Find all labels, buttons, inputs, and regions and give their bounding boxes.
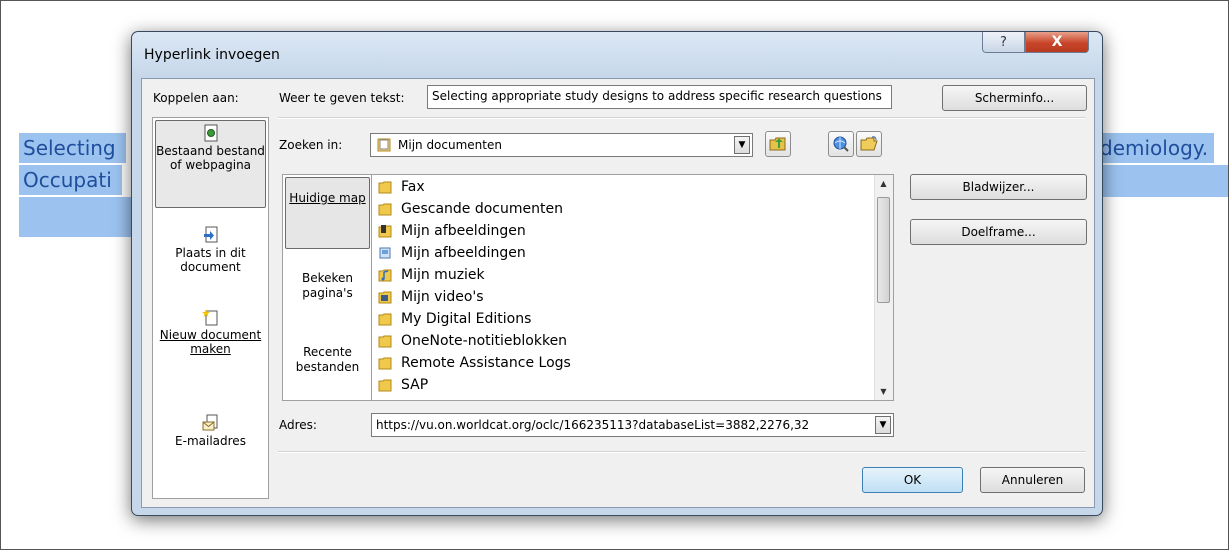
list-item[interactable]: Mijn afbeeldingen [378, 242, 526, 264]
link-option-label: Nieuw document maken [159, 328, 262, 356]
address-label: Adres: [279, 418, 317, 432]
file-name: Mijn muziek [401, 267, 485, 283]
list-item[interactable]: OneNote-notitieblokken [378, 330, 567, 352]
address-value: https://vu.on.worldcat.org/oclc/16623511… [376, 418, 810, 432]
link-option-label: E-mailadres [175, 434, 246, 448]
nav-label: Bekeken pagina's [301, 271, 354, 300]
insert-hyperlink-dialog: Hyperlink invoegen ? X Koppelen aan: Bes… [131, 31, 1103, 516]
ok-button[interactable]: OK [862, 467, 963, 493]
nav-selection [285, 177, 370, 249]
scroll-down-icon[interactable]: ▼ [875, 383, 892, 400]
display-text-input[interactable]: Selecting appropriate study designs to a… [427, 85, 892, 109]
nav-current-folder[interactable]: Huidige map [285, 191, 370, 206]
file-name: Gescande documenten [401, 201, 563, 217]
folder-up-icon [769, 137, 786, 151]
file-name: Mijn afbeeldingen [401, 223, 526, 239]
nav-label: Huidige map [289, 191, 366, 205]
document-text-line1-right: demiology. [1094, 133, 1215, 163]
file-list-scrollbar[interactable]: ▲ ▼ [874, 175, 893, 400]
divider [278, 117, 1086, 119]
link-option-new-document[interactable]: Nieuw document maken [155, 308, 266, 356]
nav-recent-files[interactable]: Recente bestanden [285, 345, 370, 375]
link-to-label: Koppelen aan: [153, 91, 239, 105]
file-name: OneNote-notitieblokken [401, 333, 568, 349]
bookmark-button[interactable]: Bladwijzer... [910, 174, 1087, 200]
new-document-icon [201, 309, 217, 326]
link-option-label: Bestaand bestand of webpagina [156, 144, 265, 172]
browse-web-button[interactable] [828, 131, 854, 157]
documents-folder-icon [377, 138, 391, 152]
nav-label: Recente bestanden [295, 345, 360, 374]
list-item[interactable]: SAP [378, 374, 428, 396]
video-folder-icon [378, 291, 392, 304]
list-item[interactable]: Mijn muziek [378, 264, 485, 286]
list-item[interactable]: Mijn video's [378, 286, 484, 308]
display-text-label: Weer te geven tekst: [279, 91, 405, 105]
link-option-email[interactable]: E-mailadres [155, 414, 266, 448]
help-icon: ? [1000, 34, 1007, 50]
link-option-existing-file[interactable]: Bestaand bestand of webpagina [155, 124, 266, 172]
address-combobox[interactable]: https://vu.on.worldcat.org/oclc/16623511… [371, 413, 894, 437]
nav-browsed-pages[interactable]: Bekeken pagina's [285, 271, 370, 301]
screentip-button[interactable]: Scherminfo... [942, 85, 1087, 111]
dialog-title: Hyperlink invoegen [144, 47, 280, 63]
pictures-folder-icon [378, 225, 392, 238]
browse-nav: Huidige map Bekeken pagina's Recente bes… [282, 174, 373, 401]
look-in-combobox[interactable]: Mijn documenten ▼ [370, 133, 753, 157]
browse-web-icon [833, 136, 849, 152]
title-bar[interactable]: Hyperlink invoegen ? X [132, 32, 1102, 78]
link-option-place-in-document[interactable]: Plaats in dit document [155, 226, 266, 274]
document-text-line2-left: Occupati [19, 165, 122, 195]
help-button[interactable]: ? [982, 32, 1025, 53]
selection-highlight [1094, 165, 1228, 197]
scroll-thumb[interactable] [877, 197, 890, 303]
file-name: My Digital Editions [401, 311, 532, 327]
chevron-down-icon[interactable]: ▼ [734, 136, 750, 154]
up-one-folder-button[interactable] [765, 131, 791, 157]
dialog-body: Koppelen aan: Bestaand bestand of webpag… [141, 78, 1095, 508]
link-to-bar: Bestaand bestand of webpagina Plaats in … [152, 117, 269, 499]
folder-icon [378, 181, 392, 194]
music-folder-icon [378, 269, 392, 282]
file-name: Mijn afbeeldingen [401, 245, 526, 261]
folder-icon [378, 203, 392, 216]
scroll-up-icon[interactable]: ▲ [875, 175, 892, 192]
open-folder-icon [860, 136, 878, 151]
cancel-button[interactable]: Annuleren [980, 467, 1085, 493]
look-in-value: Mijn documenten [398, 138, 502, 152]
list-item[interactable]: Mijn afbeeldingen [378, 220, 526, 242]
close-icon: X [1051, 34, 1063, 50]
file-name: Remote Assistance Logs [401, 355, 571, 371]
folder-icon [378, 313, 392, 326]
list-item[interactable]: My Digital Editions [378, 308, 531, 330]
selection-highlight [19, 197, 132, 237]
pictures-library-icon [379, 247, 391, 259]
file-name: Mijn video's [401, 289, 484, 305]
close-button[interactable]: X [1025, 32, 1089, 53]
target-frame-button[interactable]: Doelframe... [910, 219, 1087, 245]
document-text-line1-left: Selecting [19, 133, 126, 163]
list-item[interactable]: Gescande documenten [378, 198, 563, 220]
folder-icon [378, 379, 392, 392]
browse-file-button[interactable] [856, 131, 882, 157]
link-option-label: Plaats in dit document [175, 246, 246, 274]
email-icon [202, 414, 217, 431]
chevron-down-icon[interactable]: ▼ [875, 416, 891, 434]
folder-icon [378, 335, 392, 348]
look-in-label: Zoeken in: [279, 138, 343, 152]
existing-file-icon [204, 124, 217, 142]
place-in-document-icon [203, 226, 217, 243]
file-list[interactable]: Fax Gescande documenten Mijn afbeeldinge… [371, 174, 894, 401]
file-name: SAP [401, 377, 429, 393]
list-item[interactable]: Fax [378, 176, 425, 198]
list-item[interactable]: Remote Assistance Logs [378, 352, 571, 374]
divider [278, 451, 1086, 453]
folder-icon [378, 357, 392, 370]
file-name: Fax [401, 179, 425, 195]
